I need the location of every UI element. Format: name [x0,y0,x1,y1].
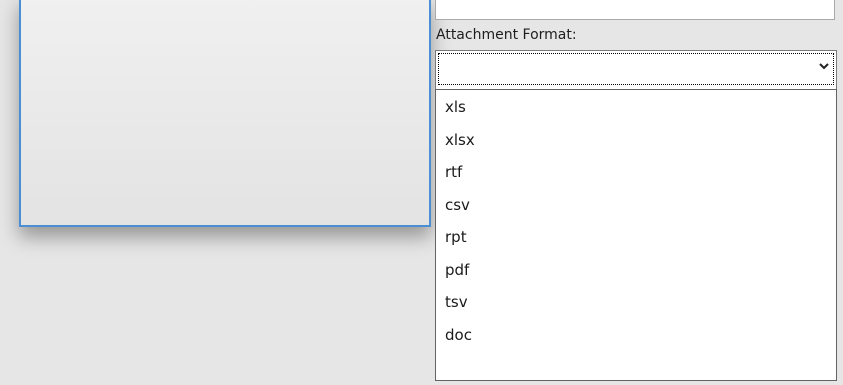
dropdown-option-tsv[interactable]: tsv [436,286,836,319]
content-panel [19,0,431,227]
text-field[interactable] [435,0,835,20]
focus-rectangle [438,53,834,85]
dropdown-option-pdf[interactable]: pdf [436,254,836,287]
dropdown-option-xlsx[interactable]: xlsx [436,124,836,157]
dropdown-option-doc[interactable]: doc [436,319,836,352]
dropdown-option-xls[interactable]: xls [436,91,836,124]
attachment-format-dropdown-list: xls xlsx rtf csv rpt pdf tsv doc [435,89,837,381]
dropdown-option-rpt[interactable]: rpt [436,221,836,254]
dropdown-option-rtf[interactable]: rtf [436,156,836,189]
attachment-format-label: Attachment Format: [436,27,577,43]
attachment-format-combobox[interactable] [435,50,837,90]
dropdown-option-csv[interactable]: csv [436,189,836,222]
chevron-down-icon[interactable] [818,59,830,73]
dialog-surface: Attachment Format: xls xlsx rtf csv rpt pdf ts… [0,0,843,385]
